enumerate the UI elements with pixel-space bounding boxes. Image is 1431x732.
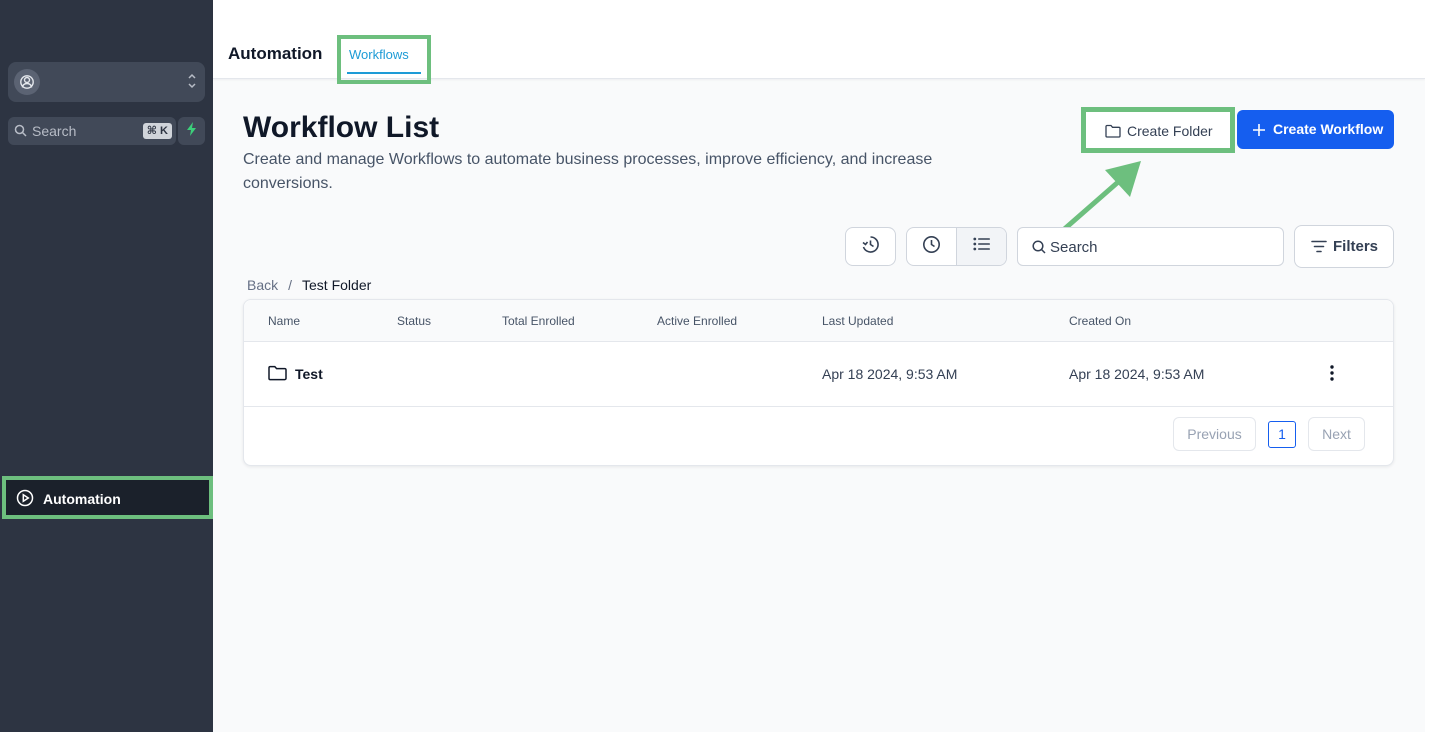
- create-workflow-button[interactable]: Create Workflow: [1237, 110, 1394, 149]
- column-header-created-on: Created On: [1069, 314, 1132, 328]
- row-last-updated: Apr 18 2024, 9:53 AM: [822, 366, 958, 382]
- account-switcher[interactable]: [8, 62, 205, 102]
- annotation-arrow-icon: [1058, 161, 1141, 235]
- app-title: Automation: [228, 44, 323, 63]
- create-folder-label: Create Folder: [1127, 123, 1213, 139]
- row-created-on: Apr 18 2024, 9:53 AM: [1069, 366, 1205, 382]
- list-view-button[interactable]: [957, 228, 1006, 265]
- history-button[interactable]: [845, 227, 896, 266]
- table-header: Name Status Total Enrolled Active Enroll…: [244, 300, 1393, 342]
- view-toggle: [906, 227, 1007, 266]
- breadcrumb-back-link[interactable]: Back: [247, 277, 278, 293]
- sidebar-item-label: Automation: [43, 491, 121, 507]
- row-name[interactable]: Test: [295, 366, 323, 382]
- active-tab-indicator: [347, 72, 421, 74]
- breadcrumb-current: Test Folder: [302, 277, 372, 293]
- chevron-up-down-icon: [187, 71, 197, 96]
- column-header-active-enrolled: Active Enrolled: [657, 314, 738, 328]
- previous-page-button[interactable]: Previous: [1173, 417, 1256, 451]
- filters-button[interactable]: Filters: [1294, 225, 1394, 268]
- play-circle-icon: [16, 489, 34, 510]
- top-bar: Automation Workflows: [213, 0, 1425, 84]
- plus-icon: [1253, 123, 1265, 139]
- column-header-last-updated: Last Updated: [822, 314, 894, 328]
- folder-icon: [1105, 124, 1121, 141]
- page-title: Workflow List: [243, 111, 440, 144]
- sidebar-search[interactable]: Search ⌘ K: [8, 117, 176, 145]
- create-folder-button[interactable]: Create Folder: [1081, 107, 1235, 153]
- table-row[interactable]: Test Apr 18 2024, 9:53 AM Apr 18 2024, 9…: [244, 342, 1393, 407]
- column-header-status: Status: [397, 314, 432, 328]
- history-icon: [861, 235, 880, 259]
- sidebar-search-label: Search: [32, 123, 77, 139]
- tab-workflows[interactable]: Workflows: [337, 35, 431, 84]
- list-icon: [973, 237, 991, 256]
- page-description: Create and manage Workflows to automate …: [243, 151, 933, 192]
- tab-label: Workflows: [349, 47, 409, 62]
- page-number-button[interactable]: 1: [1268, 421, 1296, 448]
- workflow-table: Name Status Total Enrolled Active Enroll…: [243, 299, 1394, 466]
- column-header-total-enrolled: Total Enrolled: [502, 314, 575, 328]
- filters-label: Filters: [1333, 238, 1379, 255]
- more-vertical-icon[interactable]: [1324, 363, 1340, 386]
- workflow-search: [1017, 227, 1284, 266]
- search-icon: [14, 124, 27, 140]
- bolt-icon: [186, 121, 198, 141]
- breadcrumb-separator: /: [288, 277, 293, 293]
- create-workflow-label: Create Workflow: [1273, 121, 1384, 137]
- sidebar: Search ⌘ K Automation: [0, 0, 213, 732]
- folder-icon: [268, 365, 287, 384]
- sidebar-item-automation[interactable]: Automation: [2, 476, 213, 519]
- keyboard-shortcut-badge: ⌘ K: [142, 123, 172, 139]
- search-input[interactable]: [1050, 237, 1270, 257]
- column-header-name: Name: [268, 314, 301, 328]
- filter-icon: [1311, 240, 1327, 257]
- next-page-button[interactable]: Next: [1308, 417, 1365, 451]
- breadcrumb: Back / Test Folder: [247, 277, 371, 293]
- quick-action-button[interactable]: [178, 117, 205, 145]
- search-icon: [1032, 240, 1046, 259]
- clock-icon: [922, 235, 941, 259]
- recent-view-button[interactable]: [907, 228, 957, 265]
- user-circle-icon: [14, 69, 40, 95]
- right-edge: [1425, 0, 1431, 732]
